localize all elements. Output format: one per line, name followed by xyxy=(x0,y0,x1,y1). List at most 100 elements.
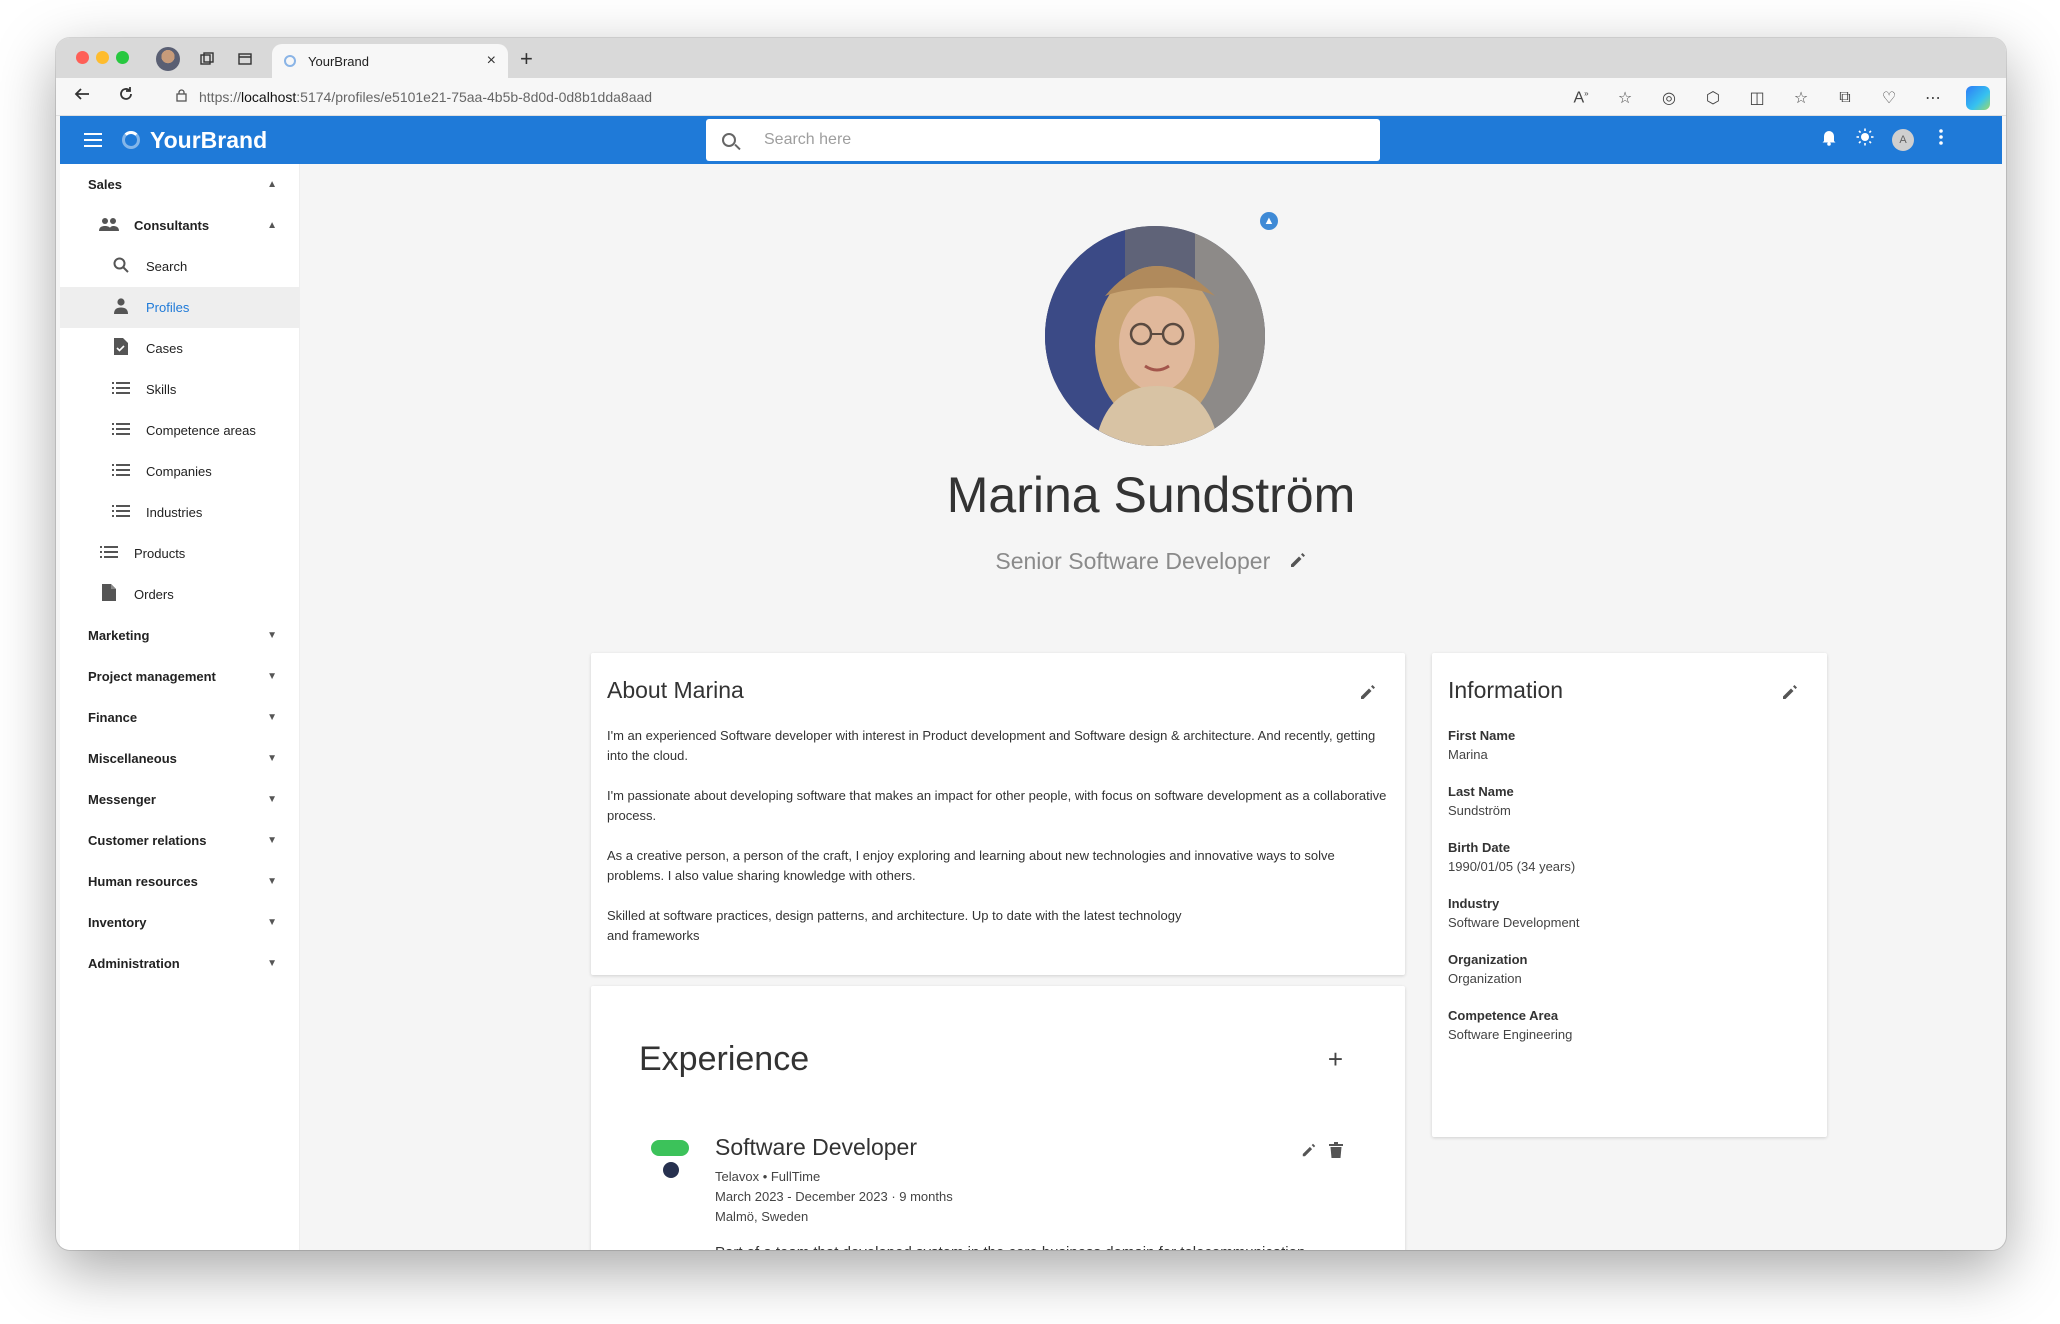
pencil-icon[interactable] xyxy=(1301,1142,1317,1163)
caret-up-icon: ▲ xyxy=(267,220,277,231)
brand-logo-icon xyxy=(122,131,140,149)
experience-details: Software Developer Telavox • FullTime Ma… xyxy=(715,1134,1359,1250)
sidebar-item-label: Skills xyxy=(146,382,177,397)
sidebar-item-orders[interactable]: Orders xyxy=(60,574,299,615)
pencil-icon[interactable] xyxy=(1781,683,1799,707)
user-avatar[interactable]: A xyxy=(1892,128,1914,151)
pencil-icon[interactable] xyxy=(1359,683,1377,707)
cloud-upload-icon[interactable]: ▲ xyxy=(1260,212,1278,230)
experience-location: Malmö, Sweden xyxy=(715,1209,809,1224)
sidebar-group-label: Administration xyxy=(88,956,180,971)
search-icon xyxy=(722,133,736,147)
sidebar-item-label: Companies xyxy=(146,464,212,479)
sidebar-group-project-management[interactable]: Project management ▼ xyxy=(60,656,299,697)
sidebar-group-administration[interactable]: Administration ▼ xyxy=(60,943,299,984)
search-input[interactable] xyxy=(764,131,1324,149)
sidebar-item-competence-areas[interactable]: Competence areas xyxy=(60,410,299,451)
info-field-value: Marina xyxy=(1448,747,1488,762)
profile-name: Marina Sundström xyxy=(946,467,1356,523)
sidebar-item-label: Products xyxy=(134,546,186,561)
reload-icon[interactable] xyxy=(114,85,138,109)
bell-icon[interactable] xyxy=(1820,128,1838,151)
back-arrow-icon[interactable] xyxy=(70,85,94,109)
sidebar-item-cases[interactable]: Cases xyxy=(60,328,299,369)
sidebar-group-messenger[interactable]: Messenger ▼ xyxy=(60,779,299,820)
browser-toolbar: A» ☆ ◎ ⬡ ◫ ☆ ⧉ ♡ ⋯ xyxy=(1570,86,1990,110)
sidebar-item-search[interactable]: Search xyxy=(60,246,299,287)
list-icon xyxy=(110,381,132,398)
caret-down-icon: ▼ xyxy=(267,712,277,723)
sidebar-group-customer-relations[interactable]: Customer relations ▼ xyxy=(60,820,299,861)
caret-down-icon: ▼ xyxy=(267,917,277,928)
experience-card: Experience + Software Developer Telavox … xyxy=(591,986,1405,1250)
sidebar-group-label: Human resources xyxy=(88,874,198,889)
sun-icon[interactable] xyxy=(1856,128,1874,151)
split-screen-icon[interactable]: ◫ xyxy=(1746,88,1768,108)
loading-icon xyxy=(284,55,296,67)
lock-icon[interactable] xyxy=(176,89,187,105)
workspaces-icon[interactable] xyxy=(196,48,218,70)
global-search[interactable] xyxy=(706,119,1380,161)
maximize-window-button[interactable] xyxy=(116,51,129,64)
url-host: localhost xyxy=(241,89,297,105)
about-paragraph: I'm passionate about developing software… xyxy=(607,788,1387,823)
sidebar-item-companies[interactable]: Companies xyxy=(60,451,299,492)
sidebar-item-skills[interactable]: Skills xyxy=(60,369,299,410)
experience-meta: Telavox • FullTime March 2023 - December… xyxy=(715,1167,1359,1227)
caret-down-icon: ▼ xyxy=(267,835,277,846)
company-logo-bar xyxy=(651,1140,689,1156)
favorite-star-icon[interactable]: ☆ xyxy=(1614,88,1636,108)
experience-title: Experience xyxy=(639,1040,810,1078)
new-tab-button[interactable]: + xyxy=(520,46,533,72)
info-field-value: Sundström xyxy=(1448,803,1511,818)
favorites-icon[interactable]: ☆ xyxy=(1790,88,1812,108)
company-logo xyxy=(651,1140,689,1180)
sidebar-group-miscellaneous[interactable]: Miscellaneous ▼ xyxy=(60,738,299,779)
sidebar-group-sales[interactable]: Sales ▲ xyxy=(60,164,299,205)
trash-icon[interactable] xyxy=(1329,1142,1343,1163)
vertical-tabs-icon[interactable] xyxy=(234,48,256,70)
sidebar-item-industries[interactable]: Industries xyxy=(60,492,299,533)
sidebar-item-profiles[interactable]: Profiles xyxy=(60,287,299,328)
sidebar-group-label: Inventory xyxy=(88,915,147,930)
info-field-industry: Industry Software Development xyxy=(1448,896,1811,930)
people-icon xyxy=(98,217,120,235)
extension-puzzle-icon[interactable]: ⬡ xyxy=(1702,88,1724,108)
pencil-icon[interactable] xyxy=(1289,551,1307,575)
information-title: Information xyxy=(1448,677,1564,703)
caret-down-icon: ▼ xyxy=(267,794,277,805)
collections-icon[interactable]: ⧉ xyxy=(1834,89,1856,107)
sidebar-group-finance[interactable]: Finance ▼ xyxy=(60,697,299,738)
person-icon xyxy=(110,297,132,318)
caret-down-icon: ▼ xyxy=(267,958,277,969)
close-tab-icon[interactable]: × xyxy=(487,52,496,70)
copilot-icon[interactable] xyxy=(1966,86,1990,110)
caret-up-icon: ▲ xyxy=(267,179,277,190)
add-experience-button[interactable]: + xyxy=(1328,1044,1343,1075)
brand-name[interactable]: YourBrand xyxy=(150,127,267,154)
sidebar-group-human-resources[interactable]: Human resources ▼ xyxy=(60,861,299,902)
more-options-icon[interactable]: ⋯ xyxy=(1922,88,1944,108)
sidebar-group-inventory[interactable]: Inventory ▼ xyxy=(60,902,299,943)
more-vert-icon[interactable] xyxy=(1932,129,1950,150)
performance-icon[interactable]: ♡ xyxy=(1878,88,1900,108)
profile-photo[interactable] xyxy=(1045,226,1265,446)
info-field-label: Industry xyxy=(1448,896,1500,911)
tab-title: YourBrand xyxy=(308,53,369,69)
extension-icon[interactable]: ◎ xyxy=(1658,88,1680,108)
info-field-label: Last Name xyxy=(1448,784,1514,799)
caret-down-icon: ▼ xyxy=(267,671,277,682)
sidebar-item-products[interactable]: Products xyxy=(60,533,299,574)
address-bar[interactable]: https://localhost:5174/profiles/e5101e21… xyxy=(176,84,1616,110)
information-card: Information First Name Marina Last Name … xyxy=(1432,653,1827,1137)
sidebar-item-consultants[interactable]: Consultants ▲ xyxy=(60,205,299,246)
sidebar-group-label: Messenger xyxy=(88,792,156,807)
minimize-window-button[interactable] xyxy=(96,51,109,64)
about-card: About Marina I'm an experienced Software… xyxy=(591,653,1405,975)
hamburger-menu-icon[interactable] xyxy=(84,127,108,153)
sidebar-group-marketing[interactable]: Marketing ▼ xyxy=(60,615,299,656)
close-window-button[interactable] xyxy=(76,51,89,64)
browser-tab-active[interactable]: YourBrand × xyxy=(272,44,508,78)
read-aloud-icon[interactable]: A» xyxy=(1570,89,1592,107)
browser-profile-avatar[interactable] xyxy=(156,47,180,71)
